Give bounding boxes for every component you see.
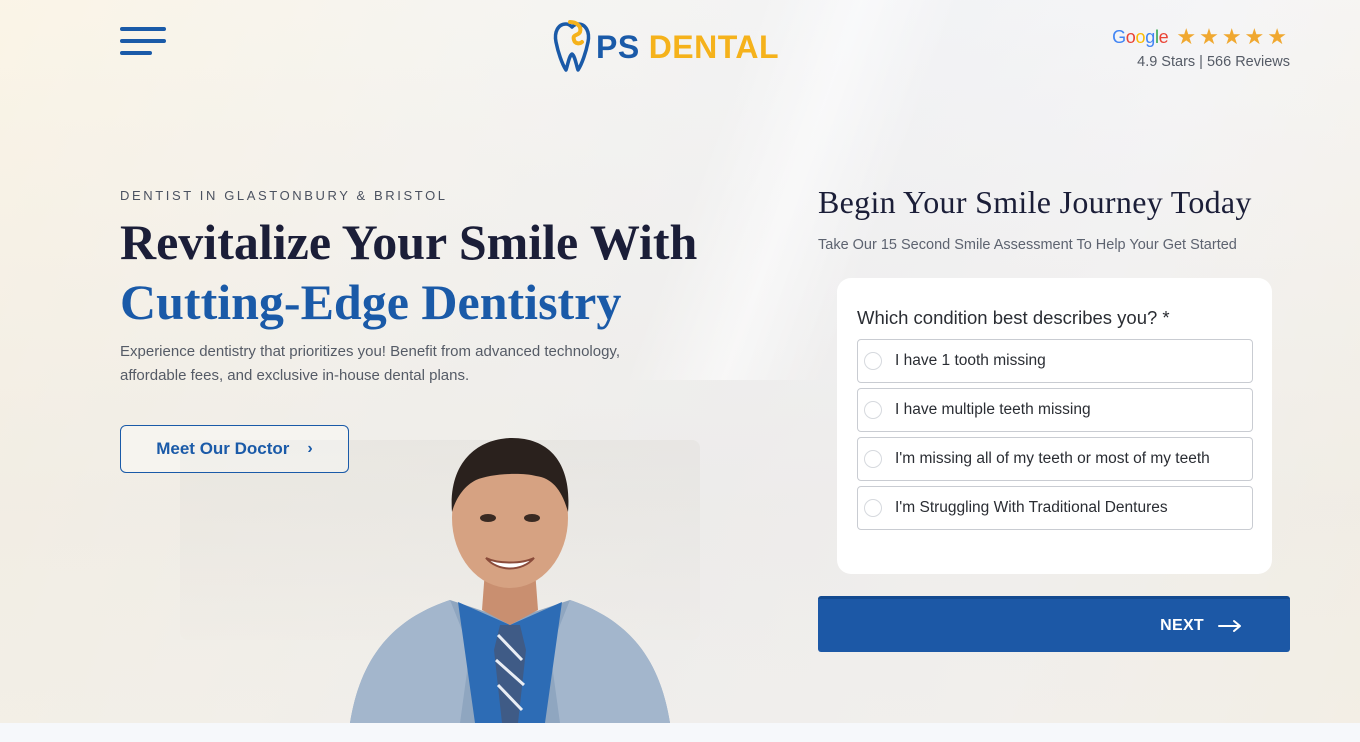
meet-our-doctor-button[interactable]: Meet Our Doctor › [120,425,349,473]
radio-button[interactable] [864,352,882,370]
option-label: I have 1 tooth missing [895,352,1046,369]
doctor-portrait [350,438,670,723]
hero-eyebrow: DENTIST IN GLASTONBURY & BRISTOL [120,188,448,203]
next-button[interactable]: NEXT [818,596,1290,652]
option-traditional-dentures[interactable]: I'm Struggling With Traditional Dentures [857,486,1253,530]
intro-line-2: affordable fees, and exclusive in-house … [120,367,470,384]
option-label: I have multiple teeth missing [895,401,1091,418]
radio-button[interactable] [864,450,882,468]
rating-summary: 4.9 Stars | 566 Reviews [1137,54,1290,70]
option-label: I'm missing all of my teeth or most of m… [895,450,1210,467]
radio-button[interactable] [864,499,882,517]
form-title: Begin Your Smile Journey Today [818,184,1252,220]
headline-line-2: Cutting-Edge Dentistry [120,274,622,330]
hamburger-menu-icon[interactable] [120,27,166,59]
page-bottom-strip [0,723,1360,742]
google-logo: Google [1112,26,1169,47]
option-one-tooth-missing[interactable]: I have 1 tooth missing [857,339,1253,383]
logo-text-ps: PS [596,28,640,65]
arrow-right-icon [1218,619,1241,632]
google-reviews-widget[interactable]: Google ★★★★★ 4.9 Stars | 566 Reviews [1112,24,1290,70]
rating-stars-icon: ★★★★★ [1176,24,1290,49]
chevron-right-icon: › [307,440,313,457]
logo-text-dental: DENTAL [648,28,780,65]
ps-dental-logo[interactable]: PS DENTAL [552,20,779,74]
intro-line-1: Experience dentistry that prioritizes yo… [120,343,620,360]
option-label: I'm Struggling With Traditional Dentures [895,499,1168,516]
option-all-teeth-missing[interactable]: I'm missing all of my teeth or most of m… [857,437,1253,481]
form-subtitle: Take Our 15 Second Smile Assessment To H… [818,237,1237,253]
hero-intro: Experience dentistry that prioritizes yo… [120,340,680,388]
option-multiple-teeth-missing[interactable]: I have multiple teeth missing [857,388,1253,432]
hero-headline: Revitalize Your Smile With Cutting-Edge … [120,212,697,332]
next-button-label: NEXT [1160,616,1204,634]
radio-button[interactable] [864,401,882,419]
headline-line-1: Revitalize Your Smile With [120,214,698,270]
smile-assessment-card: Which condition best describes you? * I … [837,278,1272,574]
question-label: Which condition best describes you? * [857,307,1170,328]
meet-our-doctor-label: Meet Our Doctor [156,439,290,458]
tooth-logo-icon [553,20,591,72]
